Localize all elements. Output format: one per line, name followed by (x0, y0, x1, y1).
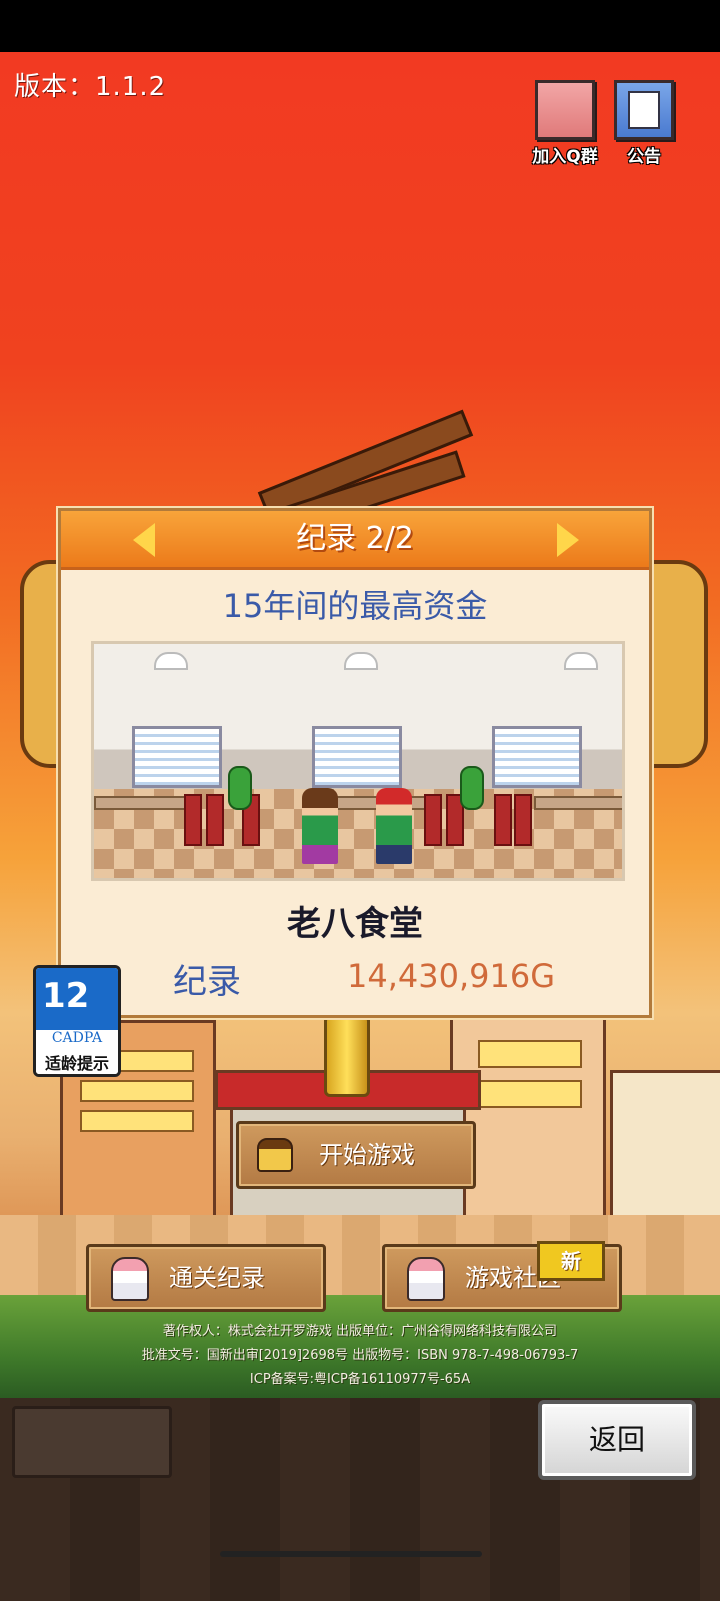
copyright-line: 批准文号：国新出审[2019]2698号 出版物号：ISBN 978-7-498… (141, 1348, 579, 1363)
next-arrow-icon[interactable] (557, 523, 579, 557)
staff-character-icon (376, 788, 412, 864)
restaurant-name: 老八食堂 (287, 904, 423, 944)
character-avatar-icon (535, 80, 595, 140)
copyright-line: ICP备案号:粤ICP备16110977号-65A (249, 1372, 471, 1387)
join-qq-button[interactable]: 加入Q群 (528, 80, 602, 167)
age-rating-org: CADPA (51, 1030, 103, 1046)
record-subtitle: 15年间的最高资金 (222, 587, 488, 625)
copyright-line: 著作权人：株式会社开罗游戏 出版单位：广州谷得网络科技有限公司 (162, 1324, 558, 1339)
new-badge: 新 (537, 1241, 605, 1281)
notice-button[interactable]: 公告 (607, 80, 681, 167)
community-button[interactable]: 游戏社区 新 (382, 1241, 622, 1312)
record-panel-header: 纪录 2/2 (61, 511, 649, 570)
pudding-icon (257, 1138, 293, 1172)
staff-character-icon (302, 788, 338, 864)
status-bar (0, 0, 720, 52)
trophy-icon (324, 1015, 370, 1097)
clear-records-label: 通关纪录 (169, 1264, 265, 1292)
clear-records-button[interactable]: 通关纪录 (86, 1244, 326, 1312)
age-rating-number: 12 (42, 976, 90, 1016)
document-icon (614, 80, 674, 140)
record-label: 纪录 (173, 962, 241, 1002)
back-button[interactable]: 返回 (538, 1400, 696, 1480)
join-qq-label: 加入Q群 (532, 147, 598, 167)
age-rating-badge[interactable]: 12 CADPA 适龄提示 (33, 965, 121, 1077)
record-value: 14,430,916G (347, 957, 556, 995)
empty-slot (12, 1406, 172, 1478)
age-rating-caption: 适龄提示 (36, 1050, 118, 1074)
back-label: 返回 (588, 1423, 645, 1456)
notice-label: 公告 (627, 147, 661, 167)
version-label: 版本：1.1.2 (14, 72, 167, 102)
start-game-button[interactable]: 开始游戏 (236, 1121, 476, 1189)
record-panel: 纪录 2/2 15年间的最高资金 老八食堂 纪录 14,430,916G (58, 508, 652, 1018)
restaurant-preview-image (91, 641, 625, 881)
parfait-icon (111, 1257, 149, 1301)
parfait-icon (407, 1257, 445, 1301)
home-indicator[interactable] (220, 1551, 482, 1557)
start-game-label: 开始游戏 (319, 1141, 415, 1169)
